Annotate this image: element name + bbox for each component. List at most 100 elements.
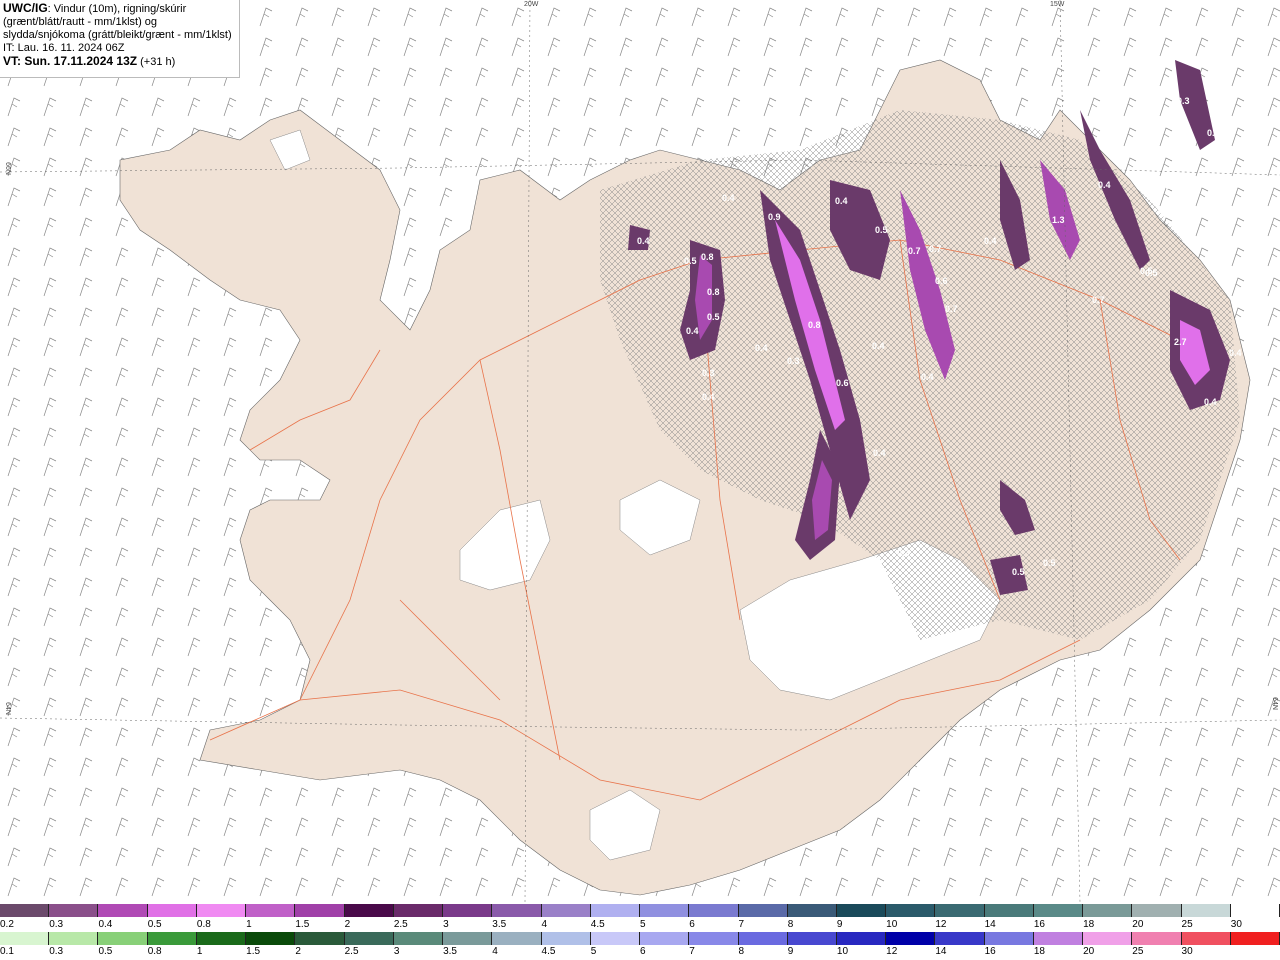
scale-color-cell: [147, 932, 197, 945]
scale-tick-label: 30: [1181, 946, 1193, 957]
scale-tick-label: 9: [787, 946, 794, 957]
rain-color-scale: [0, 932, 1280, 945]
snowfall-value-label: 0.8: [808, 320, 821, 330]
snowfall-value-label: 0.4: [637, 236, 650, 246]
scale-color-cell: [196, 932, 247, 945]
scale-tick-label: 0.5: [147, 919, 162, 930]
scale-tick-label: 1: [196, 946, 203, 957]
scale-color-cell: [935, 932, 985, 945]
scale-color-cell: [1083, 932, 1133, 945]
scale-tick-label: 14: [984, 919, 996, 930]
scale-color-cell: [443, 904, 493, 917]
snow-scale-labels: 0.2 0.3 0.4 0.5 0.8 1 1.5 2 2.5 3 3.5 4 4.5 5 6 7 8 9 10 12…: [0, 919, 1280, 931]
scale-color-cell: [295, 904, 345, 917]
scale-tick-label: 3.5: [492, 919, 507, 930]
scale-tick-label: 3: [393, 946, 400, 957]
scale-tick-label: 0.8: [147, 946, 162, 957]
grid-label-64n-right: 64N: [1270, 697, 1278, 710]
scale-color-cell: [836, 932, 887, 945]
scale-color-cell: [1132, 932, 1182, 945]
scale-color-cell: [836, 904, 887, 917]
grid-label-66n: 66N: [3, 162, 11, 175]
scale-color-cell: [49, 904, 99, 917]
scale-tick-label: 1.5: [246, 946, 261, 957]
scale-color-cell: [147, 904, 197, 917]
scale-tick-label: 0.2: [0, 919, 14, 930]
scale-color-cell: [246, 904, 296, 917]
scale-tick-label: 0.4: [98, 919, 113, 930]
scale-color-cell: [886, 904, 936, 917]
scale-tick-label: 9: [836, 919, 843, 930]
snowfall-value-label: 0.6: [935, 276, 948, 286]
snowfall-value-label: 0.5: [684, 256, 697, 266]
scale-color-cell: [393, 932, 444, 945]
grid-label-15w: 15W: [1050, 1, 1065, 8]
scale-color-cell: [344, 932, 394, 945]
scale-color-cell: [1033, 932, 1084, 945]
scale-tick-label: 8: [787, 919, 794, 930]
snowfall-value-label: 0.5: [1043, 558, 1056, 568]
scale-tick-label: 16: [984, 946, 996, 957]
scale-tick-label: 18: [1083, 919, 1095, 930]
grid-label-64n-left: 64N: [3, 702, 11, 715]
scale-tick-label: 6: [640, 946, 646, 957]
snowfall-value-label: 0.5: [1145, 268, 1158, 278]
grid-label-20w: 20W: [524, 1, 539, 8]
scale-color-cell: [689, 932, 739, 945]
snowfall-value-label: 0.7: [929, 244, 942, 254]
snowfall-value-label: 0.4: [921, 372, 934, 382]
scale-tick-label: 14: [935, 946, 947, 957]
scale-tick-label: 1: [246, 919, 252, 930]
scale-color-cell: [590, 932, 641, 945]
scale-color-cell: [1230, 904, 1280, 917]
scale-color-cell: [0, 932, 50, 945]
snowfall-value-label: 0.3: [897, 548, 910, 558]
scale-tick-label: 3.5: [443, 946, 457, 957]
snowfall-value-label: 0.4: [1098, 180, 1111, 190]
scale-tick-label: 5: [590, 946, 597, 957]
snowfall-value-label: 0.3: [787, 356, 800, 366]
lead-time: (+31 h): [140, 56, 176, 68]
scale-tick-label: 2: [344, 919, 351, 930]
scale-color-cell: [49, 932, 99, 945]
snowfall-value-label: 0.6: [836, 378, 849, 388]
snowfall-value-label: 0.8: [701, 252, 714, 262]
scale-color-cell: [1083, 904, 1133, 917]
scale-color-cell: [1181, 932, 1231, 945]
valid-time: VT: Sun. 17.11.2024 13Z: [3, 54, 138, 68]
scale-tick-label: 25: [1181, 919, 1193, 930]
snowfall-value-label: 0.7: [1092, 295, 1105, 305]
weather-map: [0, 0, 1280, 902]
scale-color-cell: [541, 904, 591, 917]
snowfall-value-label: 0.4: [984, 236, 997, 246]
scale-tick-label: 6: [689, 919, 695, 930]
snowfall-value-label: 0.8: [707, 287, 720, 297]
scale-tick-label: 12: [935, 919, 947, 930]
snow-color-scale: [0, 904, 1280, 917]
scale-tick-label: 2.5: [344, 946, 359, 957]
snowfall-value-label: 0.4: [755, 343, 768, 353]
model-name: UWC/IG: [3, 1, 48, 15]
scale-color-cell: [1132, 904, 1182, 917]
scale-tick-label: 4: [541, 919, 548, 930]
snowfall-value-label: 0.4: [1229, 348, 1242, 358]
scale-tick-label: 0.5: [98, 946, 113, 957]
snowfall-value-label: 2.7: [1174, 337, 1187, 347]
scale-color-cell: [1230, 932, 1280, 945]
scale-tick-label: 30: [1230, 919, 1242, 930]
scale-color-cell: [787, 904, 837, 917]
rain-scale-labels: 0.1 0.3 0.5 0.8 1 1.5 2 2.5 3 3.5 4 4.5 5 6 7 8 9 10 12 14 1…: [0, 946, 1280, 958]
scale-tick-label: 0.1: [0, 946, 14, 957]
scale-color-cell: [98, 932, 148, 945]
scale-tick-label: 7: [689, 946, 695, 957]
map-title-box: UWC/IG: Vindur (10m), rigning/skúrir (gr…: [0, 0, 240, 78]
scale-tick-label: 0.3: [49, 946, 64, 957]
scale-tick-label: 10: [886, 919, 898, 930]
scale-tick-label: 16: [1033, 919, 1045, 930]
scale-tick-label: 8: [738, 946, 745, 957]
snowfall-value-label: 0.4: [1204, 397, 1217, 407]
scale-tick-label: 20: [1083, 946, 1095, 957]
scale-tick-label: 5: [640, 919, 646, 930]
snowfall-value-label: 0.5: [875, 225, 888, 235]
scale-tick-label: 1.5: [295, 919, 310, 930]
